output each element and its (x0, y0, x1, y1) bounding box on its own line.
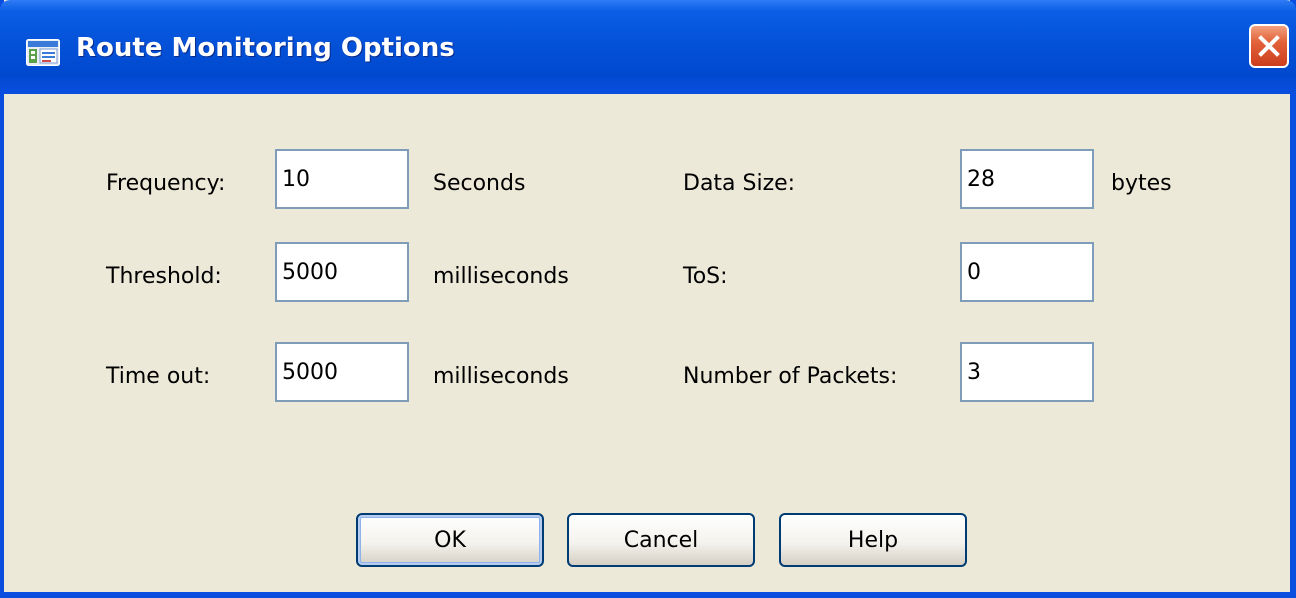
close-icon (1258, 35, 1280, 57)
data-size-unit: bytes (1111, 171, 1172, 196)
frequency-input[interactable] (275, 149, 409, 209)
title-bar[interactable]: Route Monitoring Options (0, 0, 1296, 94)
ok-button[interactable]: OK (356, 513, 544, 567)
threshold-input[interactable] (275, 242, 409, 302)
data-size-label: Data Size: (683, 171, 796, 196)
window-title: Route Monitoring Options (76, 33, 455, 63)
num-packets-label: Number of Packets: (683, 364, 898, 389)
timeout-unit: milliseconds (433, 364, 569, 389)
timeout-input[interactable] (275, 342, 409, 402)
data-size-input[interactable] (960, 149, 1094, 209)
frequency-unit: Seconds (433, 171, 526, 196)
help-button[interactable]: Help (779, 513, 967, 567)
cancel-button-label: Cancel (623, 527, 699, 553)
app-window-icon (26, 39, 60, 66)
help-button-label: Help (847, 527, 899, 553)
timeout-label: Time out: (106, 364, 211, 389)
dialog-content: Frequency: Seconds Threshold: millisecon… (4, 94, 1290, 592)
threshold-label: Threshold: (106, 264, 222, 289)
ok-button-label: OK (434, 527, 466, 553)
threshold-unit: milliseconds (433, 264, 569, 289)
frequency-label: Frequency: (106, 171, 226, 196)
route-monitoring-options-dialog: Route Monitoring Options Frequency: Seco… (0, 0, 1296, 598)
close-button[interactable] (1249, 24, 1289, 68)
tos-label: ToS: (683, 264, 728, 289)
cancel-button[interactable]: Cancel (567, 513, 755, 567)
tos-input[interactable] (960, 242, 1094, 302)
num-packets-input[interactable] (960, 342, 1094, 402)
